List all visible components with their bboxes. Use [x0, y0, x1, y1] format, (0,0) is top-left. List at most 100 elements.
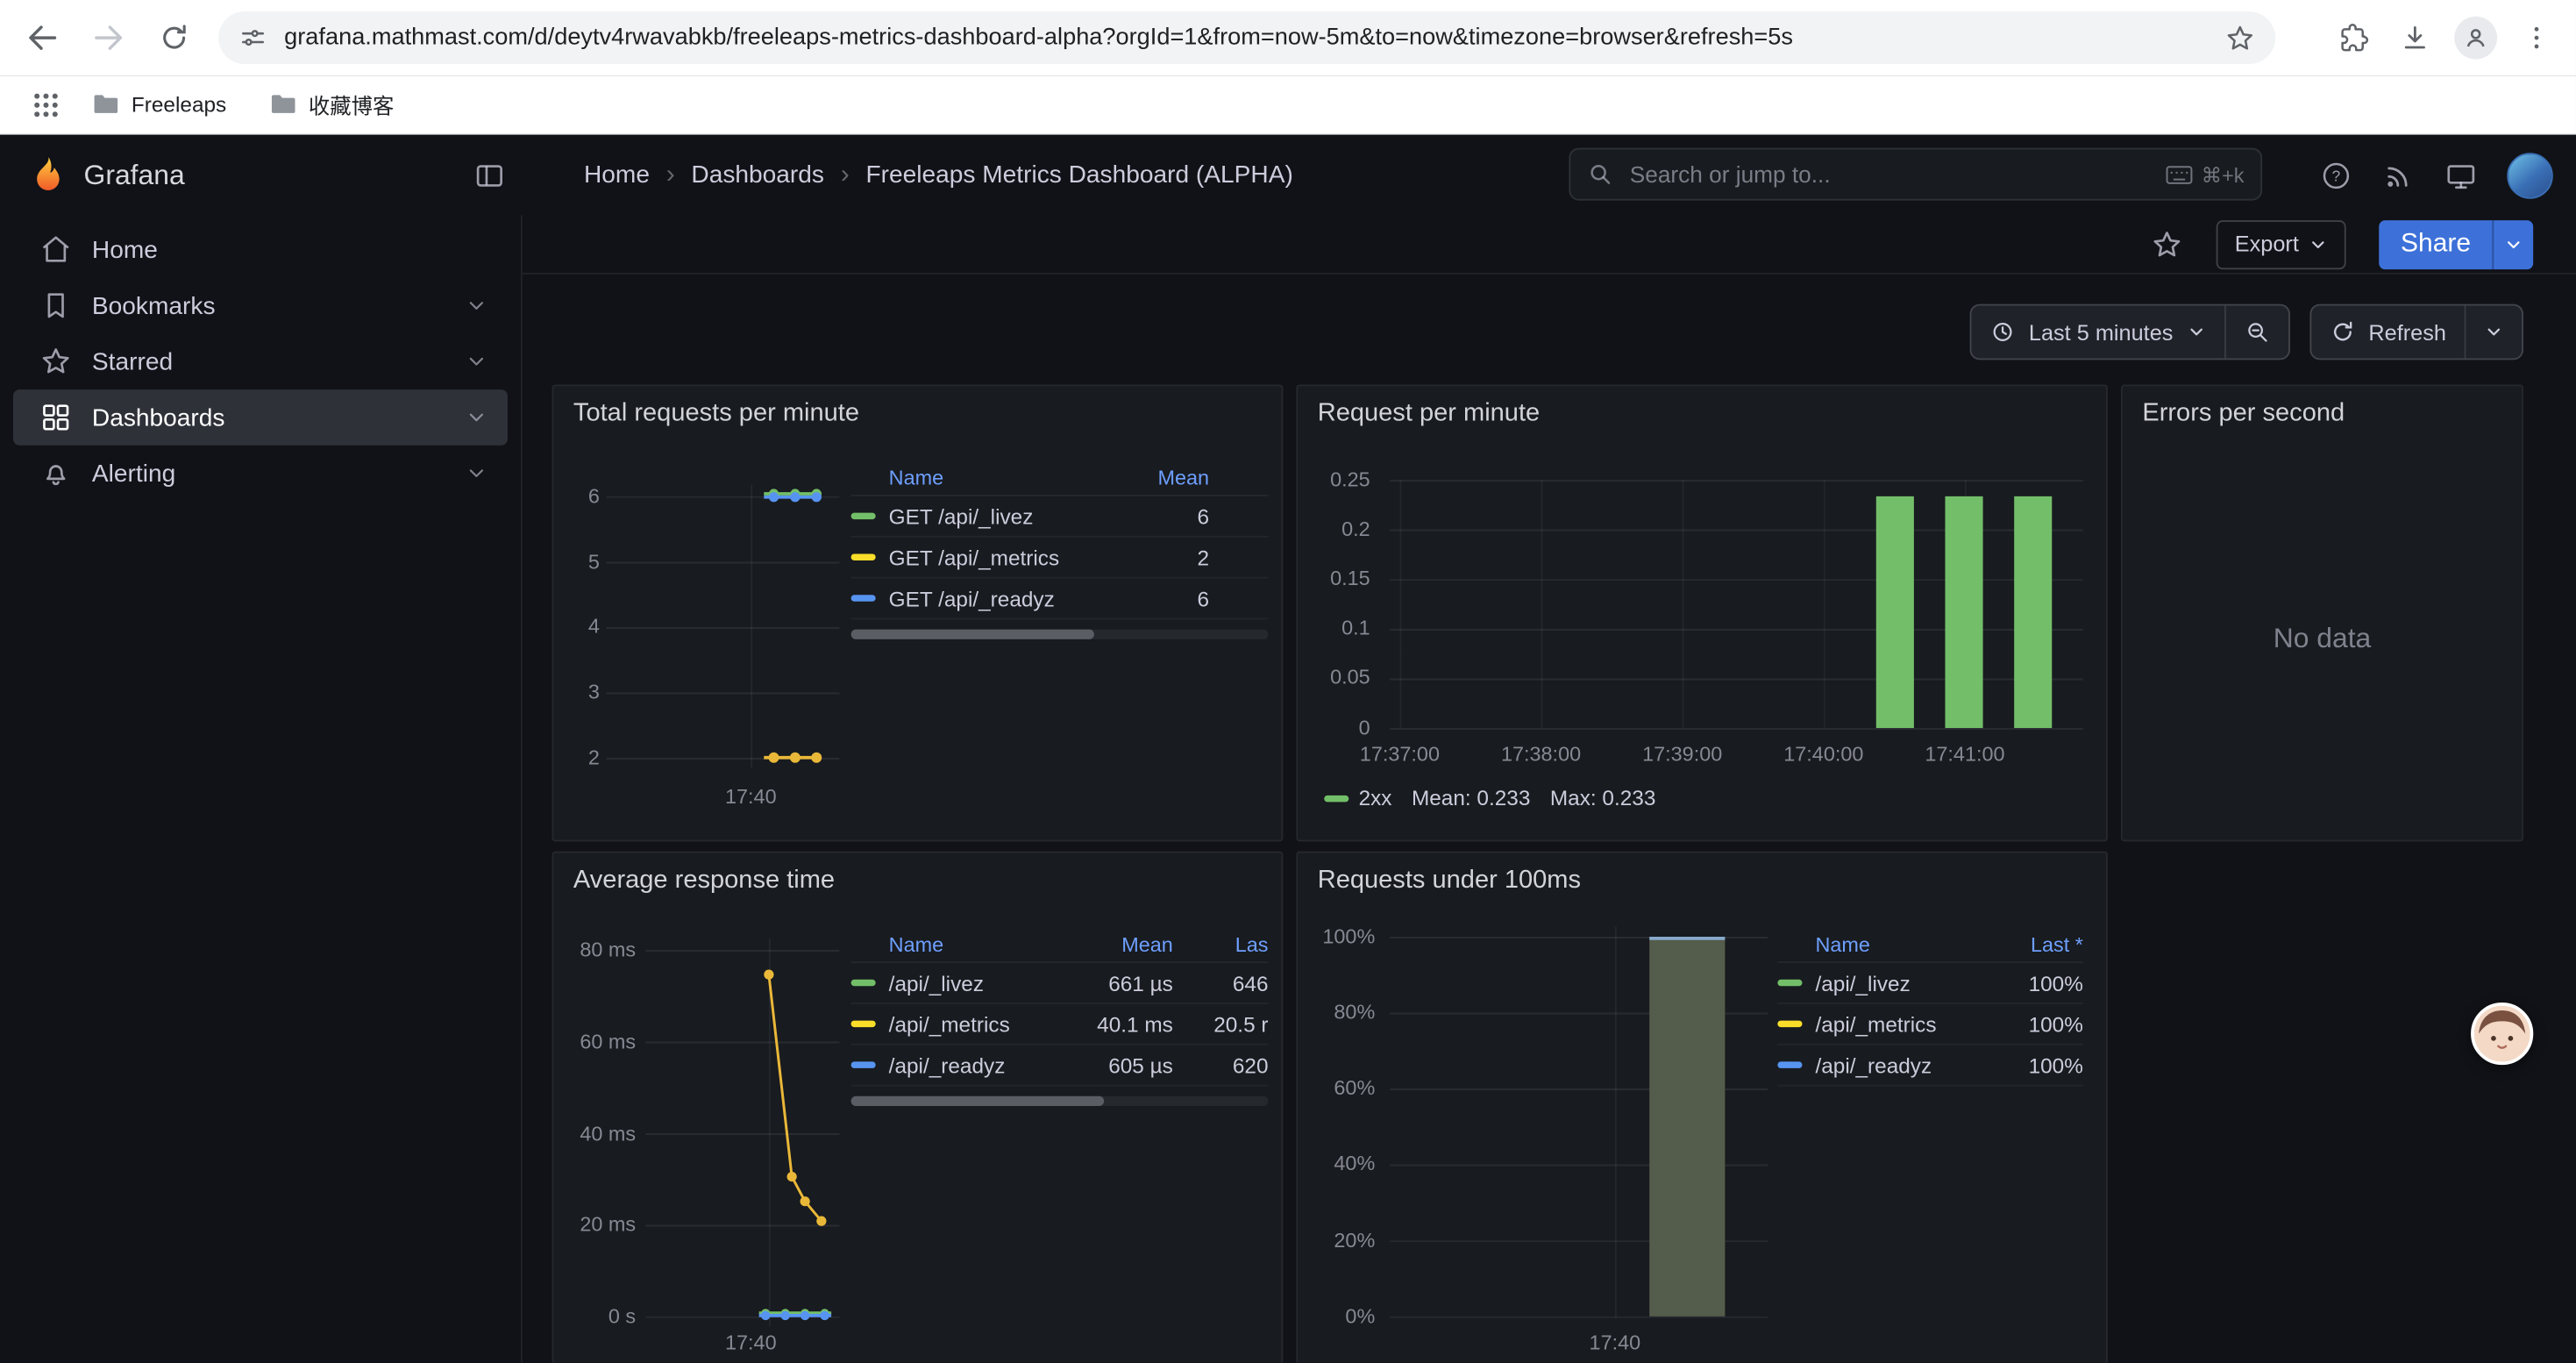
bookmark-icon	[39, 289, 72, 322]
refresh-button[interactable]: Refresh	[2311, 306, 2465, 359]
sidebar-item-alerting[interactable]: Alerting	[13, 446, 508, 502]
series-name[interactable]: GET /api/_livez	[889, 503, 1111, 528]
series-name[interactable]: /api/_livez	[889, 970, 1071, 995]
gridline-v	[769, 938, 771, 1326]
sidebar-item-label: Home	[92, 236, 158, 264]
x-tick: 17:40	[725, 786, 777, 809]
series-mean: 40.1 ms	[1071, 1011, 1173, 1036]
series-color-yellow	[851, 1021, 876, 1027]
panel-title[interactable]: Errors per second	[2142, 399, 2345, 429]
profile-avatar[interactable]	[2454, 17, 2497, 60]
gridline-v	[751, 485, 752, 767]
series-name[interactable]: GET /api/_readyz	[889, 586, 1111, 610]
legend-row: 2xx Mean: 0.233 Max: 0.233	[1324, 786, 1655, 810]
series-color-blue	[851, 1061, 876, 1067]
header-icons: ?	[2320, 135, 2553, 216]
sidebar-item-bookmarks[interactable]: Bookmarks	[13, 278, 508, 334]
bookmark-star-icon[interactable]	[2224, 22, 2256, 54]
chevron-down-icon[interactable]	[465, 350, 487, 373]
sidebar-toggle-icon[interactable]	[473, 159, 506, 191]
dashboard-actions-bar: Export Share	[523, 215, 2576, 274]
legend-header: Name Mean	[851, 460, 1269, 496]
series-name[interactable]: GET /api/_metrics	[889, 545, 1111, 569]
favorite-star-icon[interactable]	[2151, 228, 2183, 260]
help-icon[interactable]: ?	[2320, 159, 2352, 191]
legend-row: GET /api/_readyz 6	[851, 579, 1269, 620]
share-button[interactable]: Share	[2380, 219, 2534, 268]
chevron-down-icon[interactable]	[465, 462, 487, 485]
series-name[interactable]: /api/_metrics	[1815, 1011, 1981, 1036]
series-color-green	[1777, 980, 1802, 986]
back-icon[interactable]	[19, 15, 65, 61]
legend-header-mean[interactable]: Mean	[1111, 466, 1209, 489]
url-input[interactable]	[281, 23, 2224, 53]
legend-header-mean[interactable]: Mean	[1071, 932, 1173, 955]
x-tick: 17:37:00	[1360, 743, 1440, 766]
chevron-down-icon[interactable]	[465, 294, 487, 317]
gridlines-v	[1399, 480, 1966, 728]
search-box[interactable]: ⌘+k	[1569, 148, 2262, 201]
panel-title[interactable]: Requests under 100ms	[1318, 866, 1581, 896]
chevron-down-icon	[2309, 234, 2328, 253]
site-settings-icon[interactable]	[238, 23, 268, 53]
news-rss-icon[interactable]	[2382, 159, 2415, 191]
series-last: 646	[1173, 970, 1269, 995]
panel-title[interactable]: Total requests per minute	[573, 399, 859, 429]
legend-header-name[interactable]: Name	[889, 932, 1071, 955]
apps-grid-icon[interactable]	[23, 82, 68, 127]
legend-scrollbar[interactable]	[851, 630, 1269, 639]
sidebar-item-starred[interactable]: Starred	[13, 333, 508, 389]
legend-table: Name Last * /api/_livez 100% /api/_metri…	[1777, 927, 2083, 1087]
x-tick: 17:40	[1590, 1331, 1641, 1354]
x-tick: 17:41:00	[1925, 743, 2004, 766]
url-bar[interactable]	[218, 11, 2275, 64]
breadcrumb-home[interactable]: Home	[584, 161, 650, 189]
bookmark-label: Freeleaps	[132, 92, 226, 117]
series-color-blue	[851, 595, 876, 601]
chevron-down-icon	[2484, 322, 2503, 341]
avatar-face	[2474, 1006, 2530, 1062]
extensions-icon[interactable]	[2330, 15, 2375, 61]
series-name[interactable]: /api/_readyz	[889, 1053, 1071, 1077]
download-icon[interactable]	[2392, 15, 2437, 61]
panel-title[interactable]: Request per minute	[1318, 399, 1540, 429]
series-last: 620	[1173, 1053, 1269, 1077]
refresh-icon	[2329, 319, 2355, 346]
y-tick: 80 ms	[557, 938, 636, 961]
nav-sidebar: Home Bookmarks Starred Dashboards	[0, 215, 523, 1362]
series-name[interactable]: /api/_readyz	[1815, 1053, 1981, 1077]
bookmark-folder-blogs[interactable]: 收藏博客	[269, 89, 394, 120]
search-input[interactable]	[1626, 160, 2165, 189]
legend-header-last[interactable]: Las	[1173, 932, 1269, 955]
refresh-interval-chevron[interactable]	[2465, 306, 2523, 359]
browser-menu-icon[interactable]	[2514, 15, 2559, 61]
zoom-out-button[interactable]	[2224, 306, 2288, 359]
chevron-down-icon[interactable]	[465, 406, 487, 429]
legend-header-last[interactable]: Last *	[1982, 932, 2083, 955]
sidebar-item-dashboards[interactable]: Dashboards	[13, 389, 508, 446]
export-button[interactable]: Export	[2217, 219, 2346, 268]
y-tick: 0.2	[1301, 517, 1370, 540]
legend-header-name[interactable]: Name	[1815, 932, 1981, 955]
legend-header-name[interactable]: Name	[889, 466, 1111, 489]
y-tick: 60 ms	[557, 1031, 636, 1053]
grafana-logo[interactable]	[26, 153, 69, 196]
share-menu-chevron[interactable]	[2492, 219, 2533, 268]
legend-scrollbar[interactable]	[851, 1096, 1269, 1106]
user-avatar[interactable]	[2507, 152, 2552, 197]
series-name[interactable]: /api/_livez	[1815, 970, 1981, 995]
breadcrumb-dashboards[interactable]: Dashboards	[691, 161, 824, 189]
sidebar-item-home[interactable]: Home	[13, 222, 508, 278]
assistant-avatar-widget[interactable]	[2471, 1003, 2533, 1065]
series-last: 100%	[1982, 970, 2083, 995]
series-2xx[interactable]: 2xx	[1324, 786, 1391, 810]
refresh-icon[interactable]	[151, 15, 196, 61]
display-kiosk-icon[interactable]	[2444, 159, 2477, 191]
series-name[interactable]: /api/_metrics	[889, 1011, 1071, 1036]
time-range-picker[interactable]: Last 5 minutes	[1971, 306, 2224, 359]
bookmark-folder-freeleaps[interactable]: Freeleaps	[92, 90, 226, 118]
y-tick: 5	[557, 551, 600, 574]
y-tick: 0 s	[557, 1305, 636, 1328]
panel-title[interactable]: Average response time	[573, 866, 835, 896]
grafana-header: Grafana Home › Dashboards › Freeleaps Me…	[0, 135, 2576, 216]
